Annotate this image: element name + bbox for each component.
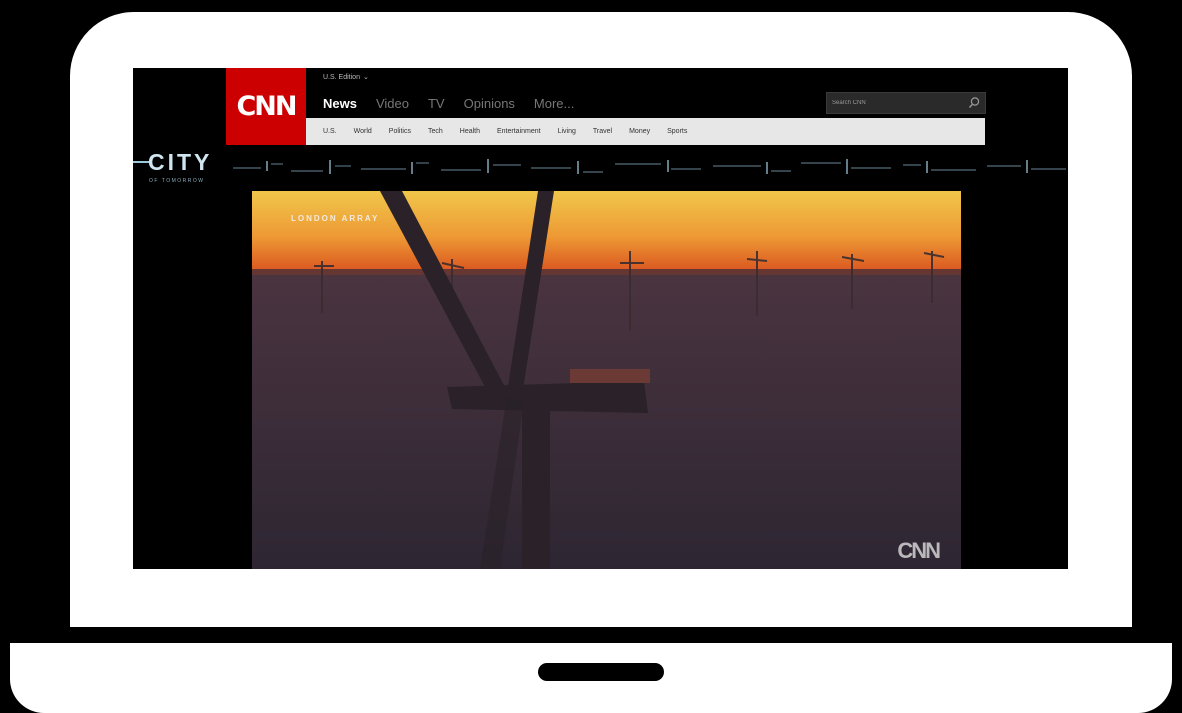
cnn-logo-text: CNN (236, 91, 297, 122)
subnav-entertainment[interactable]: Entertainment (497, 128, 541, 135)
cnn-watermark: CNN (897, 538, 941, 563)
video-caption: LONDON ARRAY (291, 214, 380, 223)
nav-opinions[interactable]: Opinions (464, 96, 515, 111)
subnav-tech[interactable]: Tech (428, 128, 443, 135)
video-player[interactable]: LONDON ARRAY CNN (252, 191, 961, 569)
edition-selector[interactable]: U.S. Edition ⌄ (323, 73, 369, 81)
nav-tv[interactable]: TV (428, 96, 445, 111)
banner-subtitle: OF TOMORROW (149, 178, 205, 184)
subnav-money[interactable]: Money (629, 128, 650, 135)
subnav-us[interactable]: U.S. (323, 128, 337, 135)
search-input[interactable] (832, 97, 962, 109)
banner-dash (133, 161, 149, 163)
cnn-logo[interactable]: CNN (226, 68, 306, 145)
subnav-sports[interactable]: Sports (667, 128, 687, 135)
banner-streaks-decoration (233, 159, 1066, 174)
subnav-living[interactable]: Living (558, 128, 576, 135)
section-nav: U.S. World Politics Tech Health Entertai… (306, 118, 985, 145)
search-icon[interactable] (967, 96, 981, 110)
top-nav: News Video TV Opinions More... (323, 96, 574, 111)
subnav-politics[interactable]: Politics (389, 128, 411, 135)
nav-video[interactable]: Video (376, 96, 409, 111)
subnav-world[interactable]: World (354, 128, 372, 135)
laptop-hinge (0, 627, 1182, 643)
nav-news[interactable]: News (323, 96, 357, 111)
chevron-down-icon: ⌄ (362, 74, 369, 81)
laptop-notch (538, 663, 664, 681)
subnav-travel[interactable]: Travel (593, 128, 612, 135)
edition-label: U.S. Edition (323, 74, 360, 81)
subnav-health[interactable]: Health (460, 128, 480, 135)
nav-more[interactable]: More... (534, 96, 574, 111)
city-of-tomorrow-banner[interactable]: CITY OF TOMORROW (133, 147, 1068, 187)
banner-title: CITY (148, 149, 213, 175)
search-box (826, 92, 986, 114)
laptop-screen: CNN U.S. Edition ⌄ News Video TV Opinions… (133, 68, 1068, 569)
video-frame-wind-farm (252, 191, 961, 569)
